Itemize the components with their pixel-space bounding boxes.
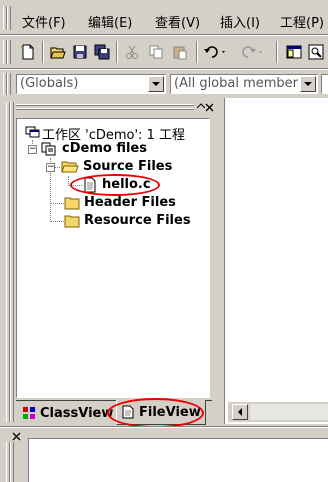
copy-icon[interactable] [146, 42, 166, 62]
tree-line [50, 203, 64, 204]
horizontal-scrollbar[interactable] [228, 402, 328, 422]
close-icon[interactable] [12, 430, 22, 441]
editor-area[interactable] [224, 98, 328, 424]
folder-icon [64, 195, 80, 211]
open-folder-icon [61, 159, 79, 175]
menu-bar: 文件(F) 编辑(E) 查看(V) 插入(I) 工程(P) [0, 0, 328, 34]
tree-line [50, 221, 64, 222]
find-icon[interactable] [306, 42, 326, 62]
toolbar-separator [42, 41, 44, 63]
toolbar-separator [116, 41, 118, 63]
members-combo-value: (All global member [174, 76, 299, 91]
workspace-title-line-2 [16, 108, 194, 110]
tab-classview[interactable]: ClassView [22, 402, 113, 424]
chevron-down-icon[interactable] [148, 76, 164, 92]
workspace-icon [25, 124, 41, 140]
cut-icon[interactable] [122, 42, 142, 62]
tree-project-label[interactable]: cDemo files [62, 141, 147, 156]
tree-folder-source[interactable]: Source Files [83, 159, 172, 174]
output-grip-2 [10, 442, 14, 482]
tree-folder-header[interactable]: Header Files [84, 195, 176, 210]
workspace-title-line [16, 104, 194, 106]
project-icon [41, 141, 57, 157]
toolbar-separator [276, 41, 278, 63]
workspace-icon[interactable] [284, 42, 304, 62]
menu-file[interactable]: 文件(F) [22, 12, 66, 31]
tree-line [68, 185, 82, 186]
toolbar-grip-2 [7, 40, 11, 64]
globals-combo[interactable]: (Globals) [16, 74, 166, 94]
menu-project[interactable]: 工程(P) [280, 12, 324, 31]
fileview-icon [122, 405, 134, 419]
open-icon[interactable] [48, 42, 68, 62]
collapse-icon[interactable]: − [28, 145, 37, 154]
workspace-grip-2 [10, 102, 14, 422]
third-combo-edge[interactable] [321, 74, 328, 94]
tree-file-hello[interactable]: hello.c [102, 177, 151, 192]
menu-edit[interactable]: 编辑(E) [88, 12, 132, 31]
collapse-icon[interactable]: − [46, 163, 55, 172]
output-divider [0, 426, 328, 428]
new-file-icon[interactable] [18, 42, 38, 62]
save-icon[interactable] [70, 42, 90, 62]
wizard-bar: (Globals) (All global member [0, 70, 328, 98]
menu-view[interactable]: 查看(V) [155, 12, 200, 31]
undo-icon[interactable] [202, 42, 230, 62]
menu-grip-2 [7, 6, 11, 30]
classview-icon [23, 407, 35, 419]
folder-icon [64, 213, 80, 229]
output-text-area[interactable] [28, 438, 328, 482]
tree-folder-resource[interactable]: Resource Files [84, 213, 191, 228]
scroll-track[interactable] [250, 404, 328, 420]
standard-toolbar [0, 36, 328, 68]
wizard-grip-2 [7, 73, 11, 95]
c-file-icon [83, 177, 97, 193]
tab-fileview-label: FileView [139, 404, 201, 420]
globals-combo-value: (Globals) [20, 76, 79, 91]
menu-insert[interactable]: 插入(I) [220, 12, 260, 31]
close-icon[interactable] [205, 101, 215, 112]
tab-classview-label: ClassView [40, 405, 114, 421]
redo-icon[interactable] [238, 42, 266, 62]
scroll-left-arrow-icon[interactable] [232, 404, 248, 420]
paste-icon[interactable] [170, 42, 190, 62]
chevron-down-icon[interactable] [300, 76, 316, 92]
tab-fileview[interactable]: FileView [116, 400, 206, 425]
save-all-icon[interactable] [92, 42, 112, 62]
toolbar-separator [196, 41, 198, 63]
members-combo[interactable]: (All global member [170, 74, 318, 94]
